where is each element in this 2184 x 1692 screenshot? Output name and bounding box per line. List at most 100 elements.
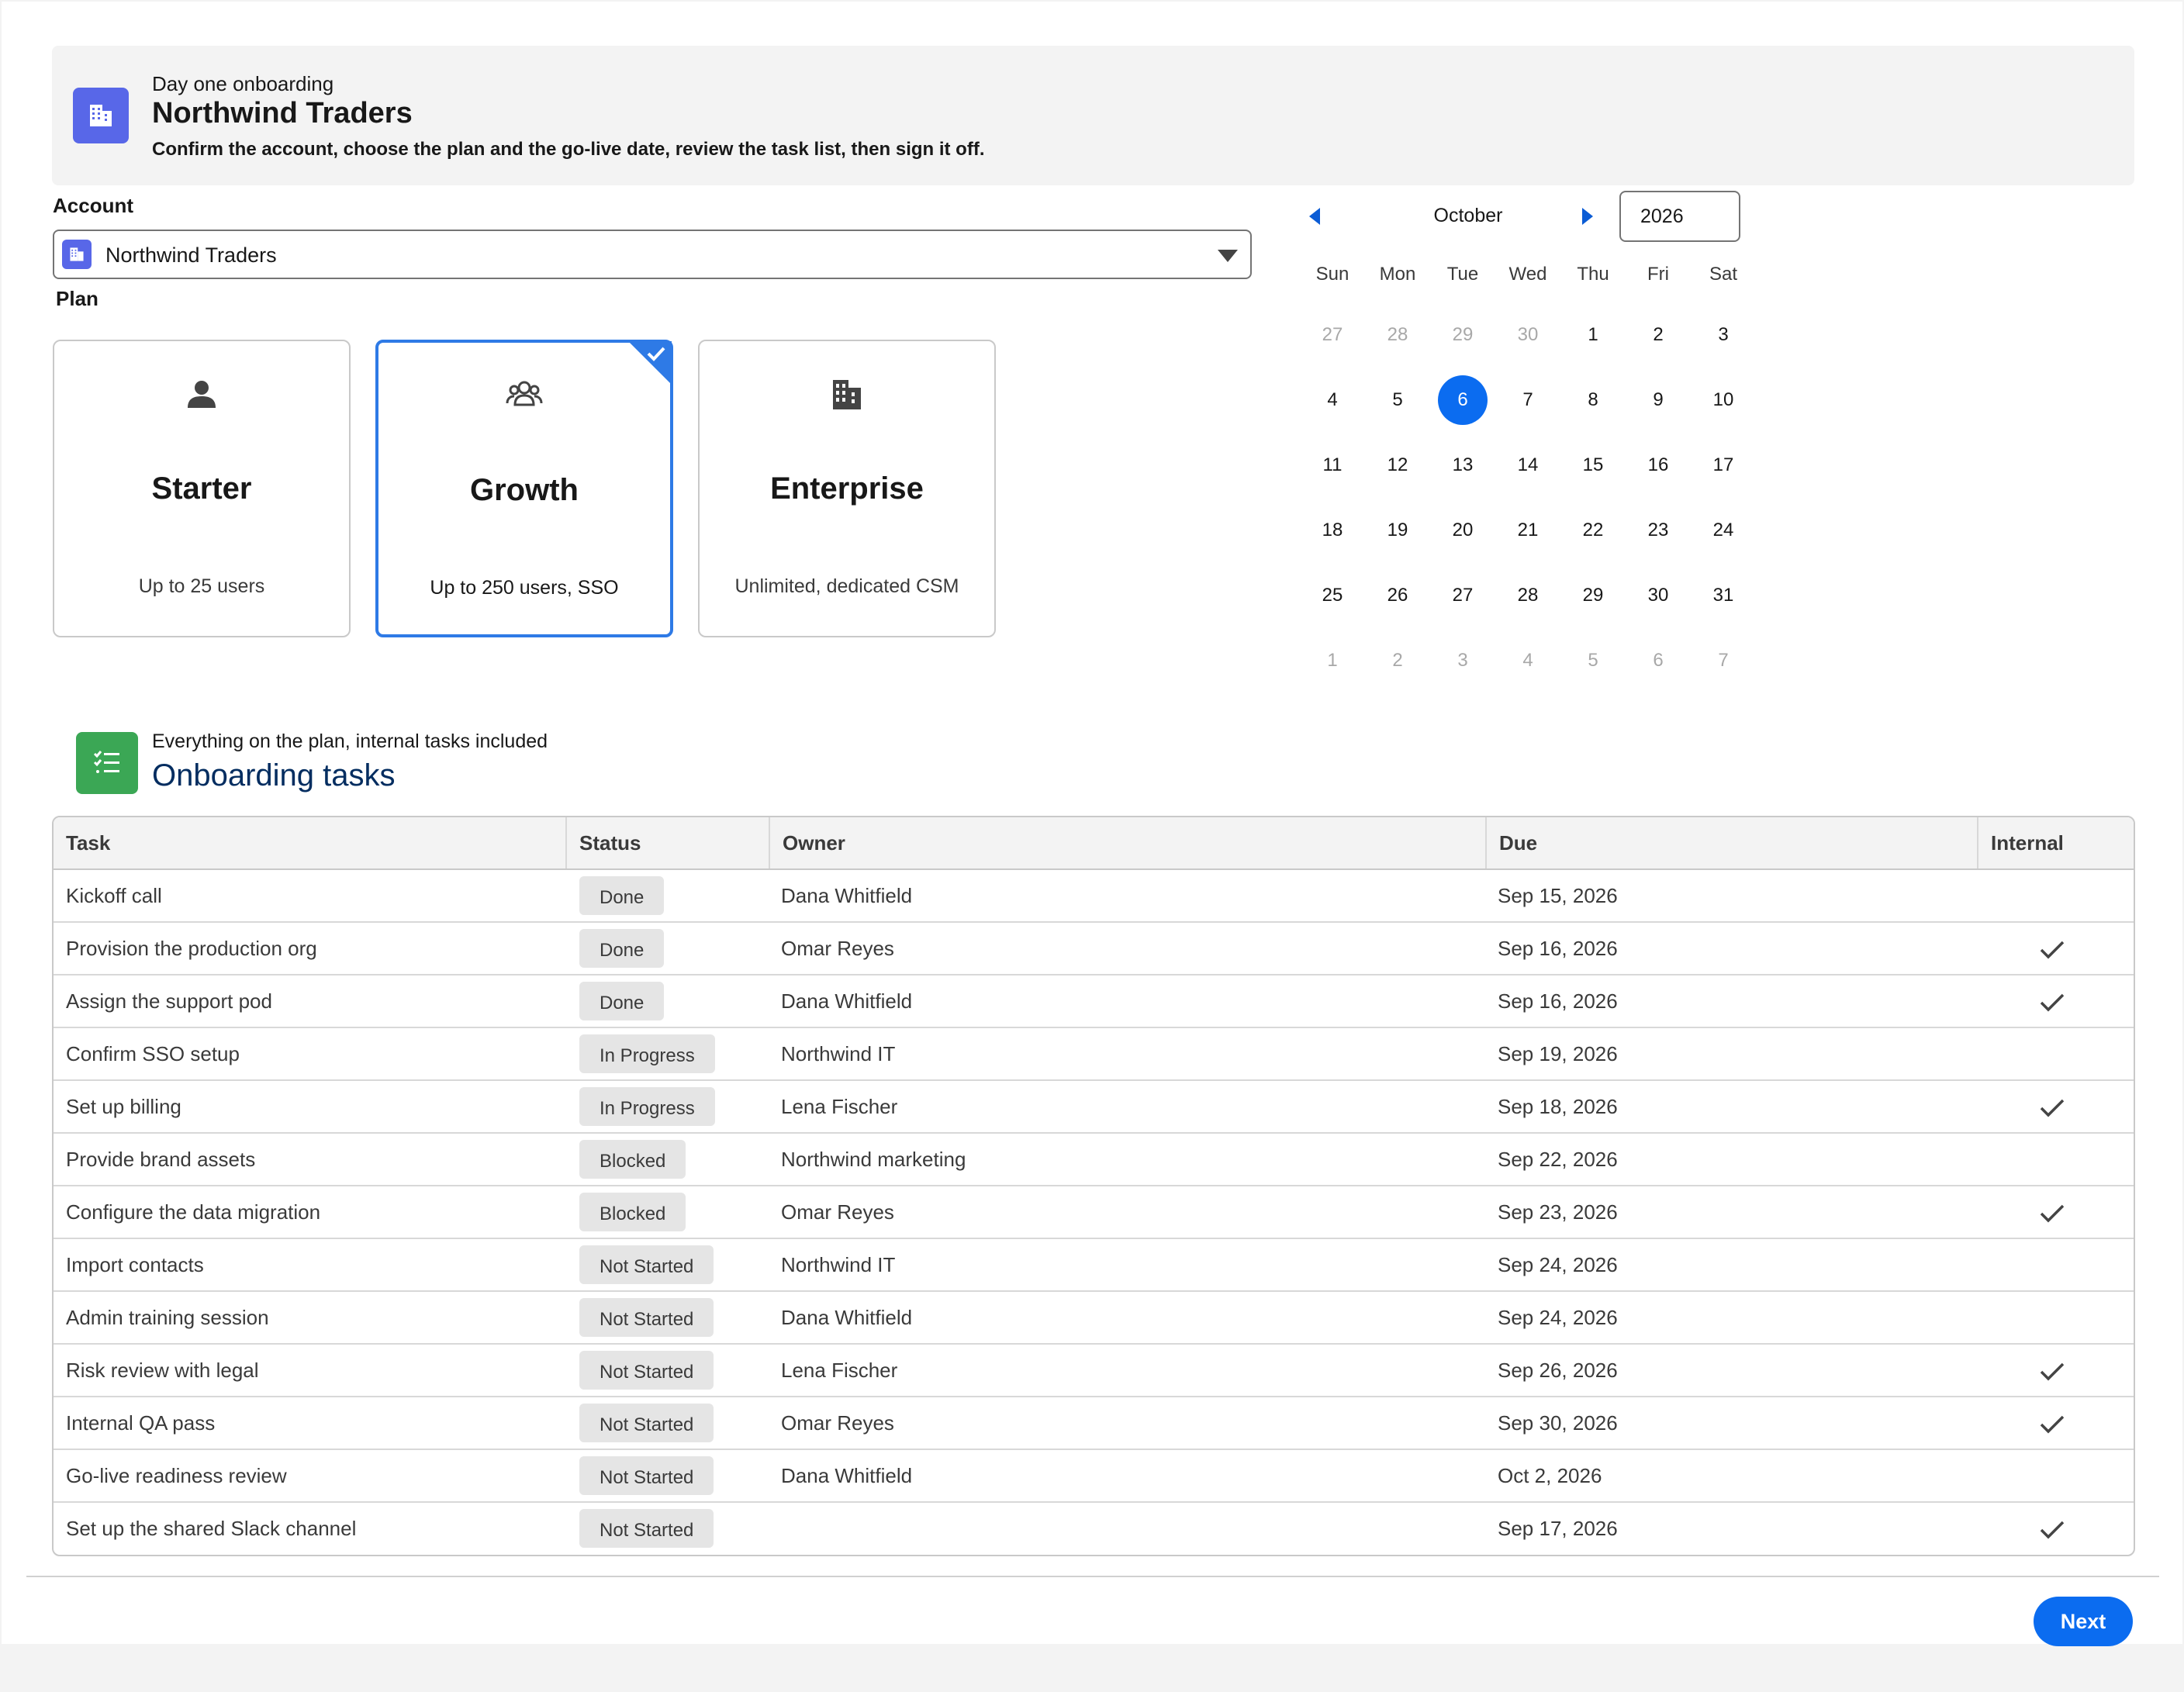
task-due-date: Sep 26, 2026 (1498, 1359, 1618, 1382)
calendar-day[interactable]: 16 (1633, 440, 1683, 490)
calendar-day[interactable]: 13 (1438, 440, 1488, 490)
column-header-status[interactable]: Status (565, 817, 769, 868)
column-header-owner[interactable]: Owner (769, 817, 1485, 868)
table-row[interactable]: Configure the data migration Blocked Omar … (54, 1186, 2134, 1239)
table-row[interactable]: Internal QA pass Not Started Omar Reyes Sep… (54, 1397, 2134, 1450)
calendar-day[interactable]: 30 (1503, 310, 1553, 360)
table-row[interactable]: Provide brand assets Blocked Northwind mar… (54, 1134, 2134, 1186)
table-row[interactable]: Assign the support pod Done Dana Whitfield… (54, 975, 2134, 1028)
calendar-day[interactable]: 2 (1373, 636, 1422, 685)
checkmark-icon (2039, 938, 2065, 962)
calendar-day[interactable]: 28 (1373, 310, 1422, 360)
calendar-day[interactable]: 23 (1633, 506, 1683, 555)
tasks-table: Task Status Owner Due Internal Kickoff c… (52, 816, 2135, 1556)
status-badge: In Progress (579, 1034, 715, 1073)
calendar-day[interactable]: 3 (1698, 310, 1748, 360)
table-row[interactable]: Admin training session Not Started Dana Wh… (54, 1292, 2134, 1345)
task-name: Set up billing (66, 1095, 181, 1118)
page-title: Northwind Traders (152, 97, 413, 129)
calendar-day[interactable]: 25 (1308, 571, 1357, 620)
calendar-day[interactable]: 22 (1568, 506, 1618, 555)
task-owner: Dana Whitfield (781, 884, 913, 907)
calendar-day[interactable]: 29 (1438, 310, 1488, 360)
task-name: Provision the production org (66, 937, 317, 960)
task-name: Kickoff call (66, 884, 162, 907)
calendar-day[interactable]: 6 (1633, 636, 1683, 685)
calendar-day[interactable]: 14 (1503, 440, 1553, 490)
chevron-down-icon[interactable] (1218, 250, 1238, 262)
calendar-day[interactable]: 29 (1568, 571, 1618, 620)
buildings-icon (700, 377, 994, 411)
calendar-day[interactable]: 1 (1308, 636, 1357, 685)
calendar-day[interactable]: 2 (1633, 310, 1683, 360)
calendar-day[interactable]: 1 (1568, 310, 1618, 360)
task-name: Import contacts (66, 1253, 204, 1276)
next-button[interactable]: Next (2034, 1597, 2133, 1646)
calendar-day-selected[interactable]: 6 (1438, 375, 1488, 425)
table-row[interactable]: Import contacts Not Started Northwind IT Se… (54, 1239, 2134, 1292)
calendar-day[interactable]: 26 (1373, 571, 1422, 620)
account-label: Account (53, 194, 133, 217)
checkmark-icon (2039, 1202, 2065, 1225)
calendar-day[interactable]: 8 (1568, 375, 1618, 425)
tasks-eyebrow: Everything on the plan, internal tasks i… (152, 730, 548, 752)
calendar-day[interactable]: 27 (1308, 310, 1357, 360)
calendar-day[interactable]: 24 (1698, 506, 1748, 555)
calendar-day[interactable]: 17 (1698, 440, 1748, 490)
user-icon (54, 377, 349, 411)
calendar-day[interactable]: 3 (1438, 636, 1488, 685)
next-month-icon[interactable] (1582, 208, 1593, 225)
calendar-day[interactable]: 27 (1438, 571, 1488, 620)
weekday-label: Tue (1446, 264, 1479, 285)
calendar-day[interactable]: 4 (1308, 375, 1357, 425)
table-row[interactable]: Confirm SSO setup In Progress Northwind IT… (54, 1028, 2134, 1081)
calendar-day[interactable]: 18 (1308, 506, 1357, 555)
task-name: Provide brand assets (66, 1148, 256, 1171)
account-combobox[interactable]: Northwind Traders (53, 230, 1252, 279)
task-due-date: Sep 22, 2026 (1498, 1148, 1618, 1171)
year-select[interactable]: 2026 (1619, 191, 1740, 242)
plan-card-growth[interactable]: Growth Up to 250 users, SSO (375, 340, 673, 637)
task-owner: Northwind marketing (781, 1148, 966, 1171)
task-due-date: Sep 17, 2026 (1498, 1517, 1618, 1540)
table-row[interactable]: Risk review with legal Not Started Lena Fi… (54, 1345, 2134, 1397)
column-header-task[interactable]: Task (54, 817, 565, 868)
checkmark-icon (2039, 991, 2065, 1014)
table-row[interactable]: Go-live readiness review Not Started Dana … (54, 1450, 2134, 1503)
previous-month-icon[interactable] (1309, 208, 1320, 225)
calendar-day[interactable]: 20 (1438, 506, 1488, 555)
calendar-day[interactable]: 30 (1633, 571, 1683, 620)
status-badge: Blocked (579, 1193, 686, 1231)
table-row[interactable]: Provision the production org Done Omar Rey… (54, 923, 2134, 975)
plan-name: Enterprise (770, 471, 924, 506)
table-row[interactable]: Set up the shared Slack channel Not Start… (54, 1503, 2134, 1555)
calendar-day[interactable]: 9 (1633, 375, 1683, 425)
date-picker: October 2026 Sun Mon Tue Wed Thu Fri Sat 27 28 29… (1286, 191, 1751, 687)
task-owner: Dana Whitfield (781, 1306, 913, 1329)
calendar-day[interactable]: 7 (1503, 375, 1553, 425)
status-badge: Done (579, 929, 665, 968)
calendar-day[interactable]: 19 (1373, 506, 1422, 555)
calendar-day[interactable]: 21 (1503, 506, 1553, 555)
calendar-day[interactable]: 10 (1698, 375, 1748, 425)
column-header-due[interactable]: Due (1485, 817, 1977, 868)
task-owner: Omar Reyes (781, 937, 894, 960)
table-row[interactable]: Set up billing In Progress Lena Fischer Sep… (54, 1081, 2134, 1134)
calendar-day[interactable]: 7 (1698, 636, 1748, 685)
calendar-day[interactable]: 5 (1568, 636, 1618, 685)
column-header-internal[interactable]: Internal (1977, 817, 2134, 868)
calendar-day[interactable]: 11 (1308, 440, 1357, 490)
table-row[interactable]: Kickoff call Done Dana Whitfield Sep 15, 20… (54, 870, 2134, 923)
calendar-day[interactable]: 15 (1568, 440, 1618, 490)
calendar-day[interactable]: 5 (1373, 375, 1422, 425)
plan-card-starter[interactable]: Starter Up to 25 users (53, 340, 351, 637)
calendar-day[interactable]: 31 (1698, 571, 1748, 620)
plan-card-enterprise[interactable]: Enterprise Unlimited, dedicated CSM (698, 340, 996, 637)
task-due-date: Sep 23, 2026 (1498, 1200, 1618, 1224)
calendar-day[interactable]: 4 (1503, 636, 1553, 685)
task-name: Go-live readiness review (66, 1464, 287, 1487)
calendar-day[interactable]: 12 (1373, 440, 1422, 490)
status-badge: Blocked (579, 1140, 686, 1179)
task-owner: Northwind IT (781, 1042, 896, 1065)
calendar-day[interactable]: 28 (1503, 571, 1553, 620)
